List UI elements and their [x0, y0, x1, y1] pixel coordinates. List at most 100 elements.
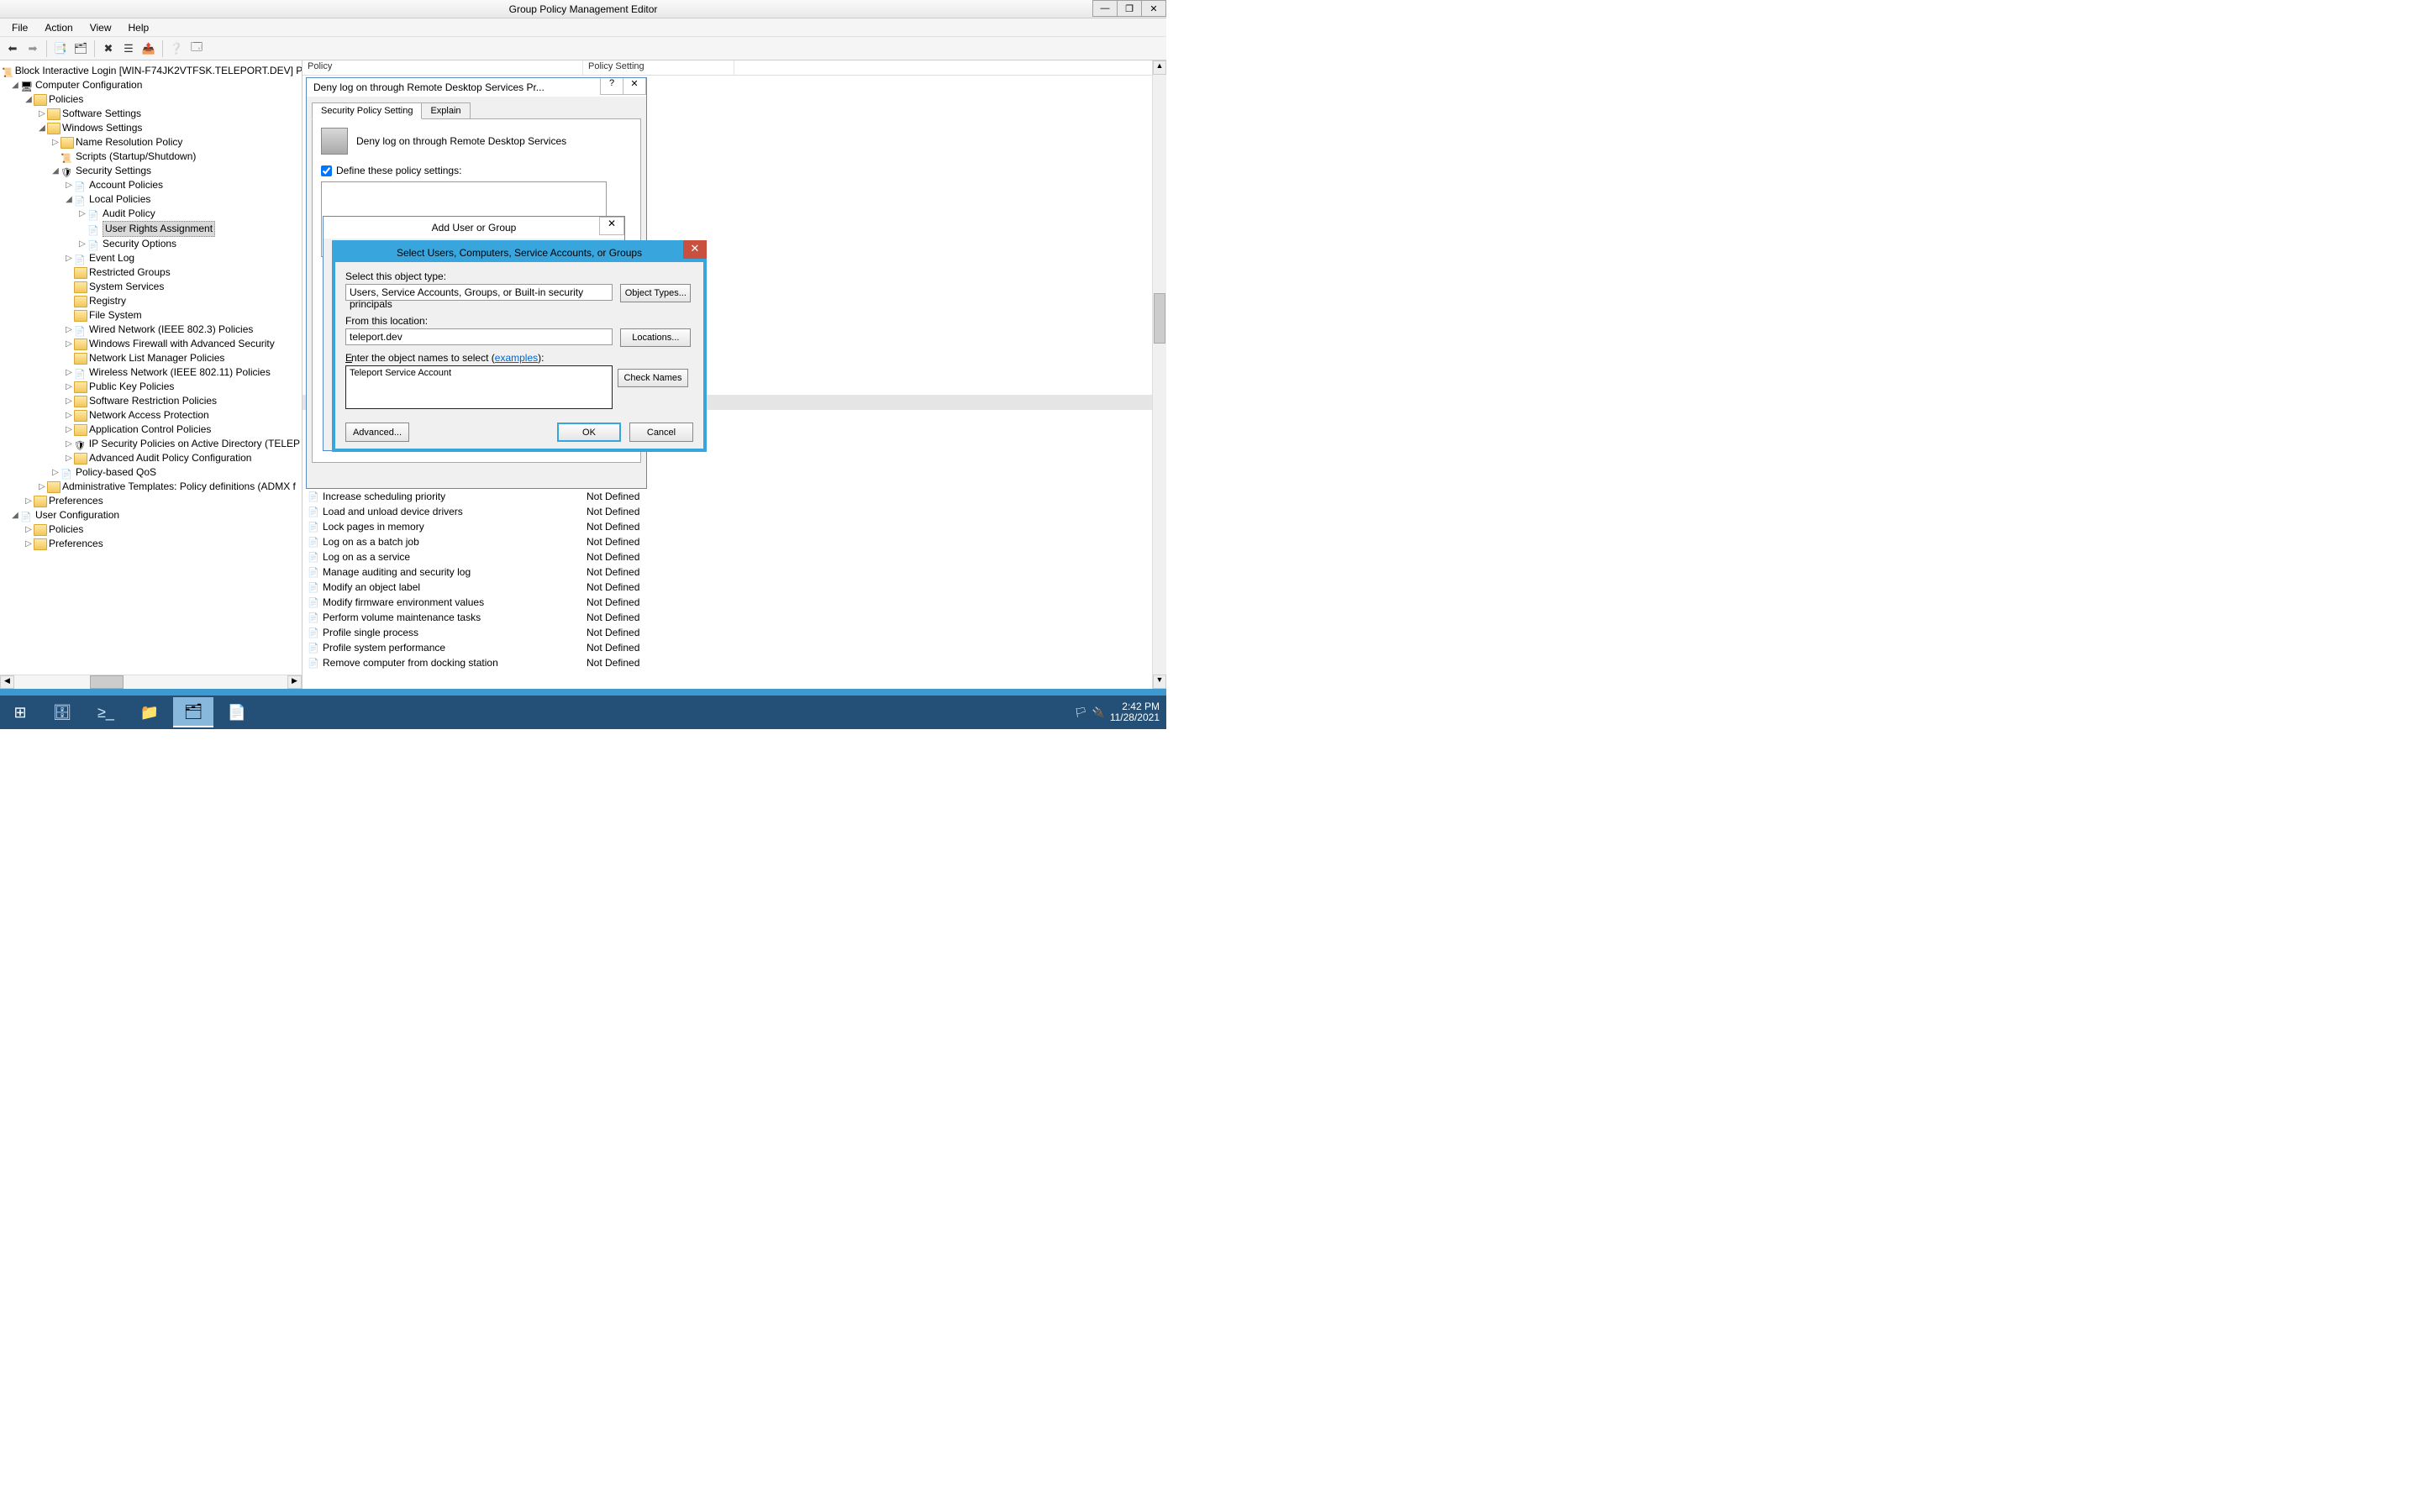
taskbar-explorer[interactable]: 📁 — [129, 697, 170, 727]
dialog-close-button[interactable]: ✕ — [683, 240, 707, 259]
dialog-close-button[interactable]: ✕ — [623, 78, 646, 95]
tree-account-policies[interactable]: ▷Account Policies — [2, 178, 300, 192]
tree-network-list[interactable]: Network List Manager Policies — [2, 351, 300, 365]
list-row[interactable]: 📄Perform volume maintenance tasksNot Def… — [302, 610, 1166, 625]
view-options-button[interactable]: 🗔 — [187, 39, 206, 58]
tree-audit-policy[interactable]: ▷Audit Policy — [2, 207, 300, 221]
tray-clock[interactable]: 2:42 PM 11/28/2021 — [1110, 701, 1160, 723]
ok-button[interactable]: OK — [557, 423, 621, 442]
object-types-button[interactable]: Object Types... — [620, 284, 691, 302]
tree-policies[interactable]: ◢Policies — [2, 92, 300, 107]
list-row[interactable]: 📄Profile single processNot Defined — [302, 625, 1166, 640]
policy-icon — [74, 180, 87, 192]
tree-file-system[interactable]: File System — [2, 308, 300, 323]
tree-policy-qos[interactable]: ▷Policy-based QoS — [2, 465, 300, 480]
tree-restricted-groups[interactable]: Restricted Groups — [2, 265, 300, 280]
tree-scripts[interactable]: Scripts (Startup/Shutdown) — [2, 150, 300, 164]
tray-network-icon[interactable]: 🔌 — [1092, 706, 1105, 718]
list-row[interactable]: 📄Modify firmware environment valuesNot D… — [302, 595, 1166, 610]
define-policy-checkbox[interactable] — [321, 165, 332, 176]
scroll-down-arrow[interactable]: ▼ — [1153, 675, 1166, 689]
properties-button[interactable]: ☰ — [119, 39, 138, 58]
tree-public-key[interactable]: ▷Public Key Policies — [2, 380, 300, 394]
tree-wireless-network[interactable]: ▷Wireless Network (IEEE 802.11) Policies — [2, 365, 300, 380]
dialog-close-button[interactable]: ✕ — [599, 217, 624, 235]
column-policy-setting[interactable]: Policy Setting — [583, 60, 734, 75]
tree-preferences-2[interactable]: ▷Preferences — [2, 537, 300, 551]
nav-forward-button[interactable]: ➡ — [24, 39, 42, 58]
nav-back-button[interactable]: ⬅ — [3, 39, 22, 58]
tree-software-settings[interactable]: ▷Software Settings — [2, 107, 300, 121]
tree-registry[interactable]: Registry — [2, 294, 300, 308]
tree-system-services[interactable]: System Services — [2, 280, 300, 294]
show-hide-tree-button[interactable]: 🗂 — [71, 39, 90, 58]
list-row[interactable]: 📄Remove computer from docking stationNot… — [302, 655, 1166, 670]
menu-help[interactable]: Help — [120, 20, 158, 35]
tree-advanced-audit[interactable]: ▷Advanced Audit Policy Configuration — [2, 451, 300, 465]
taskbar-powershell[interactable]: ≥_ — [86, 697, 126, 727]
list-row[interactable]: 📄Load and unload device driversNot Defin… — [302, 504, 1166, 519]
tree-ipsec[interactable]: ▷IP Security Policies on Active Director… — [2, 437, 300, 451]
taskbar-server-manager[interactable]: 🗄 — [42, 697, 82, 727]
window-maximize-button[interactable]: ❐ — [1117, 0, 1142, 17]
scroll-thumb[interactable] — [1154, 293, 1165, 344]
select-users-dialog-titlebar[interactable]: Select Users, Computers, Service Account… — [335, 244, 703, 262]
list-row[interactable]: 📄Modify an object labelNot Defined — [302, 580, 1166, 595]
tree-security-settings[interactable]: ◢Security Settings — [2, 164, 300, 178]
tree-user-config[interactable]: ◢User Configuration — [2, 508, 300, 522]
tree-security-options[interactable]: ▷Security Options — [2, 237, 300, 251]
scroll-thumb[interactable] — [90, 675, 124, 689]
menu-action[interactable]: Action — [36, 20, 81, 35]
object-names-input[interactable] — [345, 365, 613, 409]
tree-name-resolution[interactable]: ▷Name Resolution Policy — [2, 135, 300, 150]
start-button[interactable]: ⊞ — [0, 696, 40, 729]
locations-button[interactable]: Locations... — [620, 328, 691, 347]
tab-explain[interactable]: Explain — [421, 102, 470, 119]
check-names-button[interactable]: Check Names — [618, 369, 688, 387]
tree-windows-firewall[interactable]: ▷Windows Firewall with Advanced Security — [2, 337, 300, 351]
tree-app-control[interactable]: ▷Application Control Policies — [2, 423, 300, 437]
tree-windows-settings[interactable]: ◢Windows Settings — [2, 121, 300, 135]
up-level-button[interactable]: 📑 — [51, 39, 70, 58]
tree-horizontal-scrollbar[interactable]: ◀ ▶ — [0, 675, 302, 689]
list-row[interactable]: 📄Manage auditing and security logNot Def… — [302, 564, 1166, 580]
tree-computer-config[interactable]: ◢Computer Configuration — [2, 78, 300, 92]
export-button[interactable]: 📤 — [139, 39, 158, 58]
properties-dialog-titlebar[interactable]: Deny log on through Remote Desktop Servi… — [307, 78, 646, 97]
tab-security-policy-setting[interactable]: Security Policy Setting — [312, 102, 422, 119]
tree-root[interactable]: Block Interactive Login [WIN-F74JK2VTFSK… — [2, 64, 300, 78]
tree-preferences[interactable]: ▷Preferences — [2, 494, 300, 508]
scroll-up-arrow[interactable]: ▲ — [1153, 60, 1166, 75]
list-row[interactable]: 📄Increase scheduling priorityNot Defined — [302, 489, 1166, 504]
cancel-button[interactable]: Cancel — [629, 423, 693, 442]
window-minimize-button[interactable]: — — [1092, 0, 1118, 17]
tree-policies-2[interactable]: ▷Policies — [2, 522, 300, 537]
tree-software-restriction[interactable]: ▷Software Restriction Policies — [2, 394, 300, 408]
tray-flag-icon[interactable]: 🏳 — [1075, 706, 1087, 718]
list-row[interactable]: 📄Log on as a batch jobNot Defined — [302, 534, 1166, 549]
list-row[interactable]: 📄Log on as a serviceNot Defined — [302, 549, 1166, 564]
menu-view[interactable]: View — [82, 20, 120, 35]
add-user-dialog-titlebar[interactable]: Add User or Group ✕ — [324, 217, 624, 239]
scroll-left-arrow[interactable]: ◀ — [0, 675, 14, 689]
list-row[interactable]: 📄Profile system performanceNot Defined — [302, 640, 1166, 655]
advanced-button[interactable]: Advanced... — [345, 423, 409, 442]
taskbar-notepad[interactable]: 📄 — [217, 697, 257, 727]
list-row[interactable]: 📄Lock pages in memoryNot Defined — [302, 519, 1166, 534]
tree-wired-network[interactable]: ▷Wired Network (IEEE 802.3) Policies — [2, 323, 300, 337]
column-policy[interactable]: Policy — [302, 60, 583, 75]
window-close-button[interactable]: ✕ — [1141, 0, 1166, 17]
tree-user-rights[interactable]: User Rights Assignment — [2, 221, 300, 237]
tree-local-policies[interactable]: ◢Local Policies — [2, 192, 300, 207]
scroll-right-arrow[interactable]: ▶ — [287, 675, 302, 689]
help-button[interactable]: ❔ — [167, 39, 186, 58]
vertical-scrollbar[interactable]: ▲ ▼ — [1152, 60, 1166, 689]
menu-file[interactable]: File — [3, 20, 36, 35]
tree-admin-templates[interactable]: ▷Administrative Templates: Policy defini… — [2, 480, 300, 494]
dialog-help-button[interactable]: ? — [600, 78, 623, 95]
delete-button[interactable]: ✖ — [99, 39, 118, 58]
tree-event-log[interactable]: ▷Event Log — [2, 251, 300, 265]
tree-nap[interactable]: ▷Network Access Protection — [2, 408, 300, 423]
examples-link[interactable]: examples — [495, 352, 538, 364]
taskbar-gpmc[interactable]: 🗂 — [173, 697, 213, 727]
